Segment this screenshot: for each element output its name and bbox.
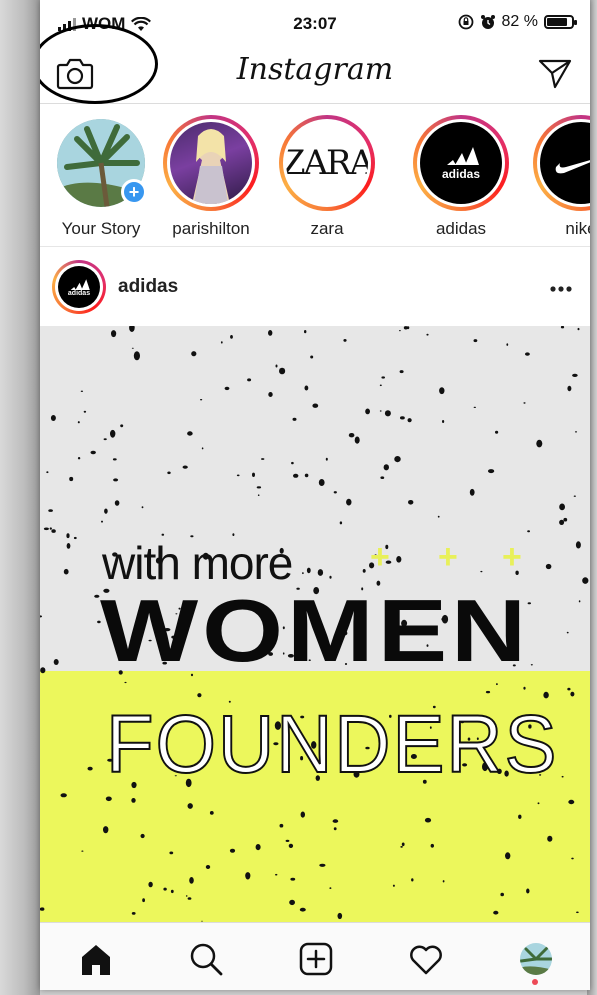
direct-message-button[interactable] <box>538 58 572 90</box>
more-options-button[interactable] <box>550 272 572 298</box>
phone-screen: WOM 23:07 82 % Instagram + Your Story pa… <box>40 0 590 990</box>
tab-search[interactable] <box>186 939 226 979</box>
sparkle-icon: + <box>438 538 458 576</box>
sparkle-icon: + <box>502 538 522 576</box>
story-ring <box>533 115 590 211</box>
notification-dot <box>532 979 538 985</box>
story-ring <box>163 115 259 211</box>
story-label: parishilton <box>172 219 250 238</box>
post-text-line2: WOMEN <box>100 581 531 681</box>
battery-percent: 82 % <box>501 13 538 30</box>
adidas-logo-text: adidas <box>441 167 480 181</box>
tab-new-post[interactable] <box>296 939 336 979</box>
story-label: zara <box>310 219 344 238</box>
post-avatar[interactable]: adidas <box>52 260 106 314</box>
new-post-icon <box>299 942 333 976</box>
profile-icon <box>520 943 552 975</box>
alarm-icon <box>480 15 495 29</box>
your-story-avatar: + <box>57 119 147 207</box>
background-left <box>0 0 40 995</box>
parishilton-avatar <box>170 122 252 204</box>
tab-activity[interactable] <box>406 939 446 979</box>
tab-profile[interactable] <box>516 939 556 985</box>
nike-swoosh-icon <box>555 160 590 174</box>
post-text-line3: FOUNDERS <box>105 698 559 791</box>
more-icon <box>550 286 572 292</box>
sparkle-icon: + <box>370 538 390 576</box>
search-icon <box>190 943 223 976</box>
activity-icon <box>410 945 442 975</box>
story-zara[interactable]: ZARA zara <box>272 115 382 239</box>
story-adidas[interactable]: adidas adidas <box>406 115 516 239</box>
stories-tray: + Your Story parishilton ZARA zara adida… <box>40 105 590 247</box>
bottom-tab-bar <box>40 922 590 990</box>
status-right: 82 % <box>458 13 577 31</box>
post-image[interactable]: with more + + + WOMEN FOUNDERS <box>40 326 590 922</box>
story-your-story[interactable]: + Your Story <box>46 115 156 239</box>
person-photo <box>192 129 230 204</box>
story-ring: adidas <box>413 115 509 211</box>
zara-avatar: ZARA <box>286 122 368 204</box>
story-label: Your Story <box>61 219 141 238</box>
story-label: adidas <box>435 219 487 238</box>
post-username[interactable]: adidas <box>118 276 178 298</box>
story-label: nike <box>565 219 590 238</box>
adidas-logo-text: adidas <box>67 289 91 297</box>
story-ring: ZARA <box>279 115 375 211</box>
direct-message-icon <box>538 59 572 89</box>
nike-avatar <box>540 122 590 204</box>
app-header: Instagram <box>40 24 590 104</box>
story-nike[interactable]: nike <box>526 115 590 239</box>
adidas-avatar: adidas <box>420 122 502 204</box>
adidas-logo-icon <box>447 147 479 165</box>
app-title: Instagram <box>236 52 394 87</box>
rotation-lock-icon <box>458 14 473 30</box>
adidas-logo-icon <box>70 278 90 290</box>
post-header: adidas adidas <box>40 248 590 326</box>
home-icon <box>82 945 110 975</box>
story-parishilton[interactable]: parishilton <box>156 115 266 239</box>
add-story-badge[interactable]: + <box>121 179 147 205</box>
status-bar: WOM 23:07 82 % <box>40 0 590 44</box>
zara-logo: ZARA <box>286 143 368 183</box>
battery-icon <box>544 15 577 29</box>
tab-home[interactable] <box>76 939 116 979</box>
